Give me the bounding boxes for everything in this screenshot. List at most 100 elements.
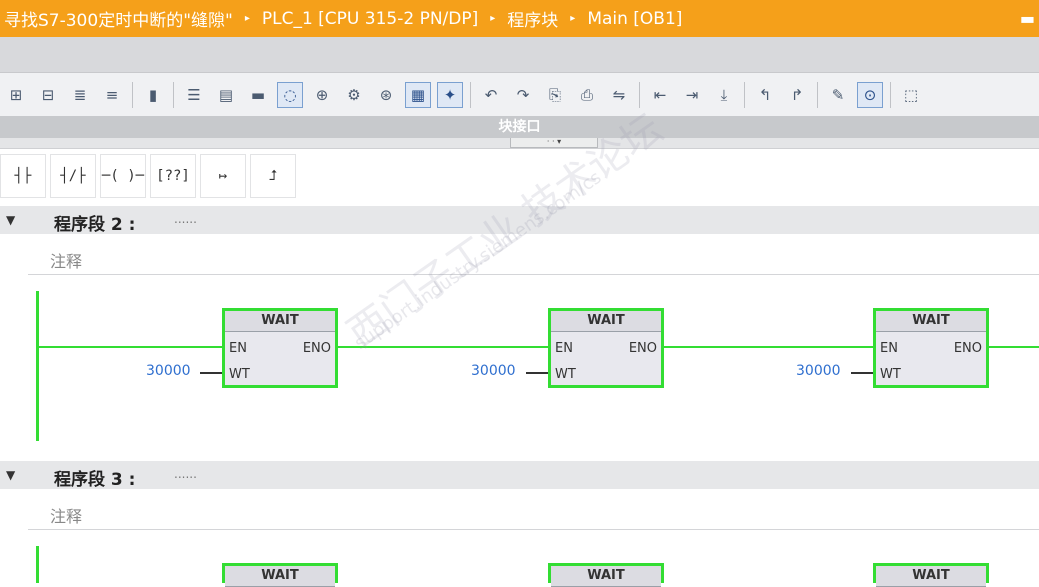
fbd-view-icon[interactable]: ▤ xyxy=(213,82,239,108)
call-hierarchy-icon[interactable]: ⎘ xyxy=(542,82,568,108)
wait-function-block[interactable]: WAIT EN ENO WT xyxy=(873,308,989,388)
network-comment[interactable]: 注释 xyxy=(28,495,1039,530)
interface-splitter[interactable]: · · ▾ xyxy=(0,138,1039,149)
wt-pin: WT xyxy=(229,367,250,382)
coil-icon[interactable]: ─( )─ xyxy=(100,154,146,198)
energized-wire xyxy=(988,346,1039,348)
toolbar-divider xyxy=(470,82,471,108)
breadcrumb: 寻找S7-300定时中断的"缝隙" ▸ PLC_1 [CPU 315-2 PN/… xyxy=(0,0,1039,37)
minimize-button[interactable]: ▬ xyxy=(1020,9,1035,28)
network-comment-text: 注释 xyxy=(50,507,83,526)
block-name: WAIT xyxy=(551,311,661,332)
wait-function-block[interactable]: WAIT xyxy=(548,563,664,587)
network-header[interactable]: ▼ 程序段 2 : ...... xyxy=(0,206,1039,235)
symbol-info-icon[interactable]: ⊛ xyxy=(373,82,399,108)
close-block-icon[interactable]: ↰ xyxy=(752,82,778,108)
toolbar-divider xyxy=(639,82,640,108)
block-name: WAIT xyxy=(876,566,986,587)
goto-next-icon[interactable]: ↷ xyxy=(510,82,536,108)
breadcrumb-separator-icon: ▸ xyxy=(490,13,496,24)
network-comment[interactable]: 注释 xyxy=(28,240,1039,275)
ladder-element-palette: ┤├ ┤/├ ─( )─ [??] ↦ ⮥ xyxy=(0,153,300,199)
breadcrumb-plc[interactable]: PLC_1 [CPU 315-2 PN/DP] xyxy=(262,9,478,29)
parameter-icon[interactable]: ↱ xyxy=(784,82,810,108)
block-name: WAIT xyxy=(225,566,335,587)
breadcrumb-project[interactable]: 寻找S7-300定时中断的"缝隙" xyxy=(4,6,233,31)
wt-parameter-value[interactable]: 30000 xyxy=(471,363,516,379)
block-name: WAIT xyxy=(551,566,661,587)
open-branch-icon[interactable]: ↦ xyxy=(200,154,246,198)
network-title: 程序段 2 : xyxy=(54,215,136,235)
download-icon[interactable]: ⇤ xyxy=(647,82,673,108)
editor-toolbar: ⊞ ⊟ ≣ ≡ ▮ ☰ ▤ ▬ ◌ ⊕ ⚙ ⊛ ▦ ✦ ↶ ↷ ⎘ ⎙ ⇋ ⇤ … xyxy=(0,72,1039,118)
network-title-placeholder[interactable]: ...... xyxy=(174,212,197,226)
eno-pin: ENO xyxy=(302,341,331,356)
en-pin: EN xyxy=(880,341,898,356)
comment-toggle-icon[interactable]: ◌ xyxy=(277,82,303,108)
breadcrumb-separator-icon: ▸ xyxy=(570,13,576,24)
param-wire xyxy=(851,372,873,374)
splitter-handle-icon[interactable]: · · ▾ xyxy=(510,138,598,148)
power-rail xyxy=(36,291,39,441)
wt-parameter-value[interactable]: 30000 xyxy=(796,363,841,379)
wait-function-block[interactable]: WAIT xyxy=(222,563,338,587)
monitor-icon[interactable]: ⎙ xyxy=(574,82,600,108)
close-branch-icon[interactable]: ⮥ xyxy=(250,154,296,198)
wt-pin: WT xyxy=(555,367,576,382)
block-name: WAIT xyxy=(876,311,986,332)
toolbar-divider xyxy=(817,82,818,108)
insert-row-icon[interactable]: ≣ xyxy=(67,82,93,108)
delete-network-icon[interactable]: ⊟ xyxy=(35,82,61,108)
jump-icon[interactable]: ▮ xyxy=(140,82,166,108)
insert-network-icon[interactable]: ⊞ xyxy=(3,82,29,108)
stl-view-icon[interactable]: ▬ xyxy=(245,82,271,108)
wait-function-block[interactable]: WAIT xyxy=(873,563,989,587)
breadcrumb-program-blocks[interactable]: 程序块 xyxy=(507,6,558,31)
open-block-icon[interactable]: ⤓ xyxy=(711,82,737,108)
toolbar-divider xyxy=(173,82,174,108)
eno-pin: ENO xyxy=(628,341,657,356)
energized-wire xyxy=(663,346,876,348)
collapse-triangle-icon[interactable]: ▼ xyxy=(6,213,15,227)
breadcrumb-main-ob1[interactable]: Main [OB1] xyxy=(587,9,682,29)
toolbar-divider xyxy=(890,82,891,108)
wait-function-block[interactable]: WAIT EN ENO WT xyxy=(222,308,338,388)
network-title-placeholder[interactable]: ...... xyxy=(174,467,197,481)
ladder-view-icon[interactable]: ☰ xyxy=(181,82,207,108)
add-row-icon[interactable]: ≡ xyxy=(99,82,125,108)
nc-contact-icon[interactable]: ┤/├ xyxy=(50,154,96,198)
goto-prev-icon[interactable]: ↶ xyxy=(478,82,504,108)
network-header[interactable]: ▼ 程序段 3 : ...... xyxy=(0,461,1039,490)
favorites-icon[interactable]: ⚙ xyxy=(341,82,367,108)
eno-pin: ENO xyxy=(953,341,982,356)
collapse-triangle-icon[interactable]: ▼ xyxy=(6,468,15,482)
en-pin: EN xyxy=(555,341,573,356)
param-wire xyxy=(526,372,548,374)
param-wire xyxy=(200,372,222,374)
monitoring-icon[interactable]: ✎ xyxy=(825,82,851,108)
bookmark-icon[interactable]: ✦ xyxy=(437,82,463,108)
energized-wire xyxy=(39,346,224,348)
breadcrumb-separator-icon: ▸ xyxy=(244,13,250,24)
toolbar-divider xyxy=(744,82,745,108)
network-comments-icon[interactable]: ▦ xyxy=(405,82,431,108)
empty-box-icon[interactable]: [??] xyxy=(150,154,196,198)
compare-icon[interactable]: ⇋ xyxy=(606,82,632,108)
energized-wire xyxy=(338,346,551,348)
en-pin: EN xyxy=(229,341,247,356)
block-name: WAIT xyxy=(225,311,335,332)
network-title: 程序段 3 : xyxy=(54,470,136,490)
wt-parameter-value[interactable]: 30000 xyxy=(146,363,191,379)
monitoring-toggle-icon[interactable]: ⊙ xyxy=(857,82,883,108)
wait-function-block[interactable]: WAIT EN ENO WT xyxy=(548,308,664,388)
block-interface-header[interactable]: 块接口 xyxy=(0,116,1039,138)
toolbar-divider xyxy=(132,82,133,108)
absolute-operands-icon[interactable]: ⊕ xyxy=(309,82,335,108)
wt-pin: WT xyxy=(880,367,901,382)
memory-icon[interactable]: ⬚ xyxy=(898,82,924,108)
power-rail xyxy=(36,546,39,583)
editor-header-band xyxy=(0,37,1039,72)
no-contact-icon[interactable]: ┤├ xyxy=(0,154,46,198)
upload-icon[interactable]: ⇥ xyxy=(679,82,705,108)
network-comment-text: 注释 xyxy=(50,252,83,271)
